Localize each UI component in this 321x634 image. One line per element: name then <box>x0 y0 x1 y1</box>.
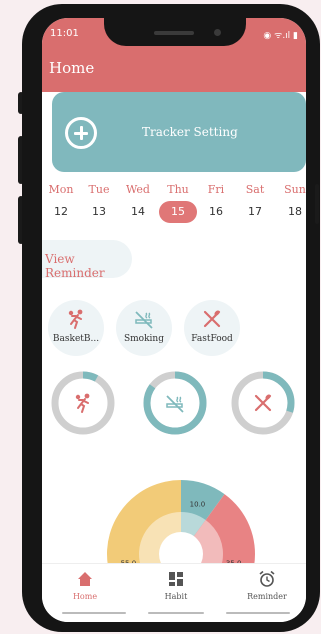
nav-habit[interactable]: Habit <box>141 570 211 601</box>
day-name: Thu <box>167 183 189 196</box>
day-number: 18 <box>288 205 302 218</box>
no-smoking-icon <box>166 395 184 413</box>
day-number: 12 <box>54 205 68 218</box>
home-icon <box>78 572 92 586</box>
day-tue[interactable]: Tue 13 <box>84 182 114 223</box>
day-name: Tue <box>88 183 110 196</box>
basketball-player-icon <box>75 393 90 413</box>
pie-label-0: 10.0 <box>190 500 206 508</box>
day-number: 17 <box>248 205 262 218</box>
camera-notch <box>104 18 246 46</box>
day-number: 16 <box>209 205 223 218</box>
day-name: Sat <box>245 183 265 196</box>
day-sun[interactable]: Sun 18 <box>280 182 306 223</box>
alarm-clock-icon <box>259 570 275 587</box>
gesture-bar <box>148 612 204 614</box>
habit-chip-fastfood[interactable]: FastFood <box>184 300 240 356</box>
day-number: 15 <box>159 201 197 223</box>
fork-spoon-icon <box>254 394 272 412</box>
basketball-player-icon <box>68 309 83 329</box>
day-name: Fri <box>207 183 225 196</box>
day-sat[interactable]: Sat 17 <box>240 182 270 223</box>
app-screen: 11:01 ◉ ᯤ.ıl ▮ Home Tracker Setting Mon … <box>42 18 306 622</box>
habit-chip-basketball[interactable]: BasketB... <box>48 300 104 356</box>
habit-label: Smoking <box>123 334 164 344</box>
day-mon[interactable]: Mon 12 <box>46 182 76 223</box>
habit-label: BasketB... <box>52 334 100 344</box>
nav-home-label: Home <box>72 592 98 601</box>
status-icons: ◉ ᯤ.ıl ▮ <box>263 31 298 41</box>
add-circle-icon[interactable] <box>65 117 97 149</box>
day-wed[interactable]: Wed 14 <box>123 182 153 223</box>
no-smoking-icon <box>135 311 153 329</box>
view-reminder-label: View Reminder <box>45 252 105 280</box>
nav-habit-label: Habit <box>164 592 188 601</box>
grid-icon <box>169 572 183 586</box>
habit-label: FastFood <box>191 334 233 344</box>
progress-ring-smoking[interactable] <box>142 370 208 436</box>
gesture-bar <box>226 612 290 614</box>
nav-reminder[interactable]: Reminder <box>232 570 302 601</box>
tracker-setting-card[interactable]: Tracker Setting <box>52 92 306 172</box>
day-name: Sun <box>284 183 306 196</box>
day-number: 14 <box>131 205 145 218</box>
bottom-navigation: Home Habit Reminder <box>42 563 306 622</box>
day-fri[interactable]: Fri 16 <box>201 182 231 223</box>
tracker-setting-label: Tracker Setting <box>142 125 238 139</box>
page-title: Home <box>49 59 95 77</box>
view-reminder-button[interactable]: View Reminder <box>42 240 132 280</box>
nav-home[interactable]: Home <box>50 570 120 601</box>
gesture-bar <box>62 612 126 614</box>
habit-chip-smoking[interactable]: Smoking <box>116 300 172 356</box>
day-number: 13 <box>92 205 106 218</box>
day-name: Mon <box>48 183 74 196</box>
day-thu[interactable]: Thu 15 <box>159 182 197 223</box>
nav-reminder-label: Reminder <box>247 592 287 601</box>
progress-ring-fastfood[interactable] <box>230 370 296 436</box>
progress-ring-basketball[interactable] <box>50 370 116 436</box>
fork-spoon-icon <box>203 310 221 328</box>
day-name: Wed <box>126 183 150 196</box>
status-time: 11:01 <box>50 28 79 39</box>
